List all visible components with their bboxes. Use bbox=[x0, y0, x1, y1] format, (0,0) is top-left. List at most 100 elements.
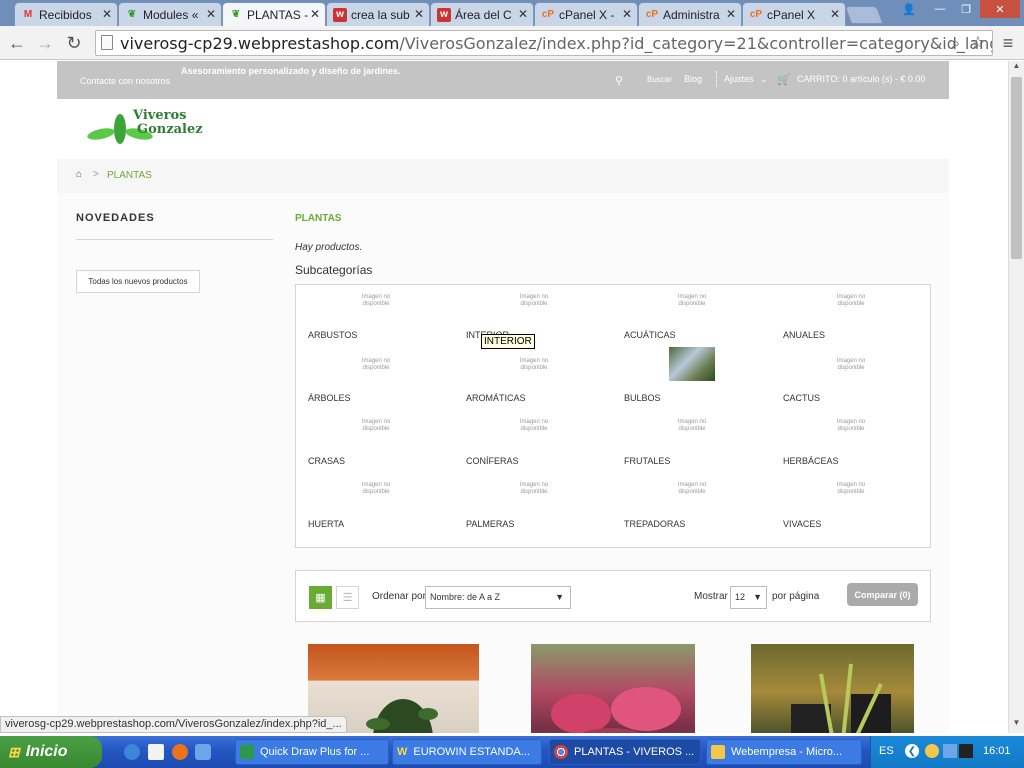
compare-button[interactable]: Comparar (0) bbox=[847, 583, 918, 606]
tab-cpanel-1[interactable]: cP cPanel X - ✕ bbox=[534, 2, 638, 26]
tab-plantas[interactable]: ❦ PLANTAS - ✕ bbox=[222, 2, 326, 26]
taskbar-item-label: Webempresa - Micro... bbox=[731, 746, 843, 758]
taskbar-item-webempresa[interactable]: Webempresa - Micro... bbox=[706, 739, 862, 765]
zoom-icon[interactable]: ⌕ bbox=[944, 31, 968, 55]
sort-select[interactable]: Nombre: de A a Z ▼ bbox=[425, 586, 571, 609]
network-icon[interactable] bbox=[959, 744, 973, 758]
subcategory-huerta[interactable]: HUERTA bbox=[308, 519, 344, 529]
app-icon[interactable] bbox=[195, 744, 211, 760]
subcategory-arbustos[interactable]: ARBUSTOS bbox=[308, 330, 357, 340]
restore-button[interactable]: ❐ bbox=[954, 0, 978, 18]
no-image-placeholder[interactable]: Imagen no disponible bbox=[510, 294, 558, 310]
bulbos-image[interactable] bbox=[669, 347, 715, 381]
tab-area-cliente[interactable]: w Área del C ✕ bbox=[430, 2, 534, 26]
grid-view-icon[interactable]: ▦ bbox=[309, 586, 332, 609]
no-image-placeholder[interactable]: Imagen no disponible bbox=[668, 482, 716, 498]
show-desktop-icon[interactable] bbox=[148, 744, 164, 760]
home-icon[interactable]: ⌂ bbox=[76, 169, 82, 180]
taskbar-item-chrome[interactable]: PLANTAS - VIVEROS ... bbox=[549, 739, 701, 765]
ie-icon[interactable] bbox=[124, 744, 140, 760]
settings-link[interactable]: Ajustes bbox=[724, 74, 754, 84]
tab-crea-sub[interactable]: w crea la sub ✕ bbox=[326, 2, 430, 26]
firefox-icon[interactable] bbox=[172, 744, 188, 760]
tray-app-icon[interactable] bbox=[925, 744, 939, 758]
no-image-placeholder[interactable]: Imagen no disponible bbox=[827, 358, 875, 374]
subcategory-arboles[interactable]: ÁRBOLES bbox=[308, 393, 351, 403]
close-icon[interactable]: ✕ bbox=[830, 7, 840, 21]
site-top-bar: Contacte con nosotros Asesoramiento pers… bbox=[57, 61, 949, 99]
tab-gmail[interactable]: M Recibidos ✕ bbox=[14, 2, 118, 26]
close-icon[interactable]: ✕ bbox=[206, 7, 216, 21]
taskbar-item-eurowin[interactable]: W EUROWIN ESTANDA... bbox=[392, 739, 542, 765]
window-close-button[interactable]: ✕ bbox=[980, 0, 1020, 18]
no-image-placeholder[interactable]: Imagen no disponible bbox=[827, 482, 875, 498]
star-icon[interactable]: ☆ bbox=[966, 31, 990, 55]
product-image[interactable] bbox=[751, 644, 914, 733]
no-image-placeholder[interactable]: Imagen no disponible bbox=[668, 419, 716, 435]
close-icon[interactable]: ✕ bbox=[518, 7, 528, 21]
close-icon[interactable]: ✕ bbox=[102, 7, 112, 21]
menu-icon[interactable]: ≡ bbox=[996, 31, 1020, 55]
scroll-down-icon[interactable]: ▼ bbox=[1009, 718, 1024, 732]
close-icon[interactable]: ✕ bbox=[310, 7, 320, 21]
start-button[interactable]: ⊞ Inicio bbox=[0, 736, 102, 768]
cart-summary[interactable]: CARRITO: 0 artículo (s) - € 0.00 bbox=[797, 74, 925, 84]
chrome-icon bbox=[554, 745, 568, 759]
search-link[interactable]: Buscar bbox=[647, 75, 672, 84]
no-image-placeholder[interactable]: Imagen no disponible bbox=[352, 358, 400, 374]
address-bar[interactable]: viverosg-cp29.webprestashop.com /Viveros… bbox=[95, 30, 993, 56]
all-new-products-button[interactable]: Todas los nuevos productos bbox=[76, 270, 200, 293]
blog-link[interactable]: Blog bbox=[684, 74, 702, 84]
subcategory-frutales[interactable]: FRUTALES bbox=[624, 456, 670, 466]
cart-icon[interactable]: 🛒 bbox=[777, 73, 791, 86]
tab-administra[interactable]: cP Administra ✕ bbox=[638, 2, 742, 26]
page-scrollbar[interactable]: ▲ ▼ bbox=[1008, 61, 1024, 733]
subcategory-cactus[interactable]: CACTUS bbox=[783, 393, 820, 403]
list-view-icon[interactable]: ☰ bbox=[336, 586, 359, 609]
no-image-placeholder[interactable]: Imagen no disponible bbox=[668, 294, 716, 310]
close-icon[interactable]: ✕ bbox=[414, 7, 424, 21]
subcategory-bulbos[interactable]: BULBOS bbox=[624, 393, 661, 403]
tray-app-icon[interactable] bbox=[943, 744, 957, 758]
no-image-placeholder[interactable]: Imagen no disponible bbox=[510, 358, 558, 374]
back-icon[interactable]: ← bbox=[5, 31, 29, 55]
subcategory-herbaceas[interactable]: HERBÁCEAS bbox=[783, 456, 839, 466]
forward-icon[interactable]: → bbox=[33, 31, 57, 55]
scroll-up-icon[interactable]: ▲ bbox=[1009, 61, 1024, 75]
close-icon[interactable]: ✕ bbox=[726, 7, 736, 21]
scroll-thumb[interactable] bbox=[1011, 77, 1022, 259]
browser-toolbar: ← → ↻ viverosg-cp29.webprestashop.com /V… bbox=[0, 26, 1024, 60]
site-logo[interactable]: Viveros Gonzalez bbox=[85, 107, 210, 147]
subcategory-acuaticas[interactable]: ACUÁTICAS bbox=[624, 330, 676, 340]
no-image-placeholder[interactable]: Imagen no disponible bbox=[352, 482, 400, 498]
no-image-placeholder[interactable]: Imagen no disponible bbox=[352, 294, 400, 310]
no-image-placeholder[interactable]: Imagen no disponible bbox=[827, 419, 875, 435]
reload-icon[interactable]: ↻ bbox=[62, 31, 86, 55]
taskbar-item-quickdraw[interactable]: Quick Draw Plus for ... bbox=[235, 739, 389, 765]
product-image[interactable] bbox=[531, 644, 695, 733]
subcategory-palmeras[interactable]: PALMERAS bbox=[466, 519, 514, 529]
subcategory-coniferas[interactable]: CONÍFERAS bbox=[466, 456, 519, 466]
no-image-placeholder[interactable]: Imagen no disponible bbox=[827, 294, 875, 310]
close-icon[interactable]: ✕ bbox=[622, 7, 632, 21]
user-icon[interactable]: 👤 bbox=[897, 0, 921, 18]
no-image-placeholder[interactable]: Imagen no disponible bbox=[510, 482, 558, 498]
chevron-left-icon[interactable]: ❮ bbox=[905, 744, 919, 758]
subcategory-crasas[interactable]: CRASAS bbox=[308, 456, 345, 466]
clock[interactable]: 16:01 bbox=[983, 745, 1011, 757]
per-page-select[interactable]: 12 ▼ bbox=[730, 586, 767, 609]
subcategory-vivaces[interactable]: VIVACES bbox=[783, 519, 821, 529]
no-image-placeholder[interactable]: Imagen no disponible bbox=[510, 419, 558, 435]
contact-link[interactable]: Contacte con nosotros bbox=[80, 76, 170, 86]
minimize-button[interactable]: — bbox=[928, 0, 952, 18]
new-tab-button[interactable] bbox=[844, 6, 884, 24]
search-icon[interactable]: ⚲ bbox=[615, 74, 623, 87]
tab-modules[interactable]: ❦ Modules « ✕ bbox=[118, 2, 222, 26]
subcategory-trepadoras[interactable]: TREPADORAS bbox=[624, 519, 685, 529]
no-image-placeholder[interactable]: Imagen no disponible bbox=[352, 419, 400, 435]
windows-taskbar: ⊞ Inicio Quick Draw Plus for ... W EUROW… bbox=[0, 736, 1024, 768]
language-indicator[interactable]: ES bbox=[879, 745, 894, 757]
subcategory-aromaticas[interactable]: AROMÁTICAS bbox=[466, 393, 526, 403]
tab-cpanel-2[interactable]: cP cPanel X ✕ bbox=[742, 2, 846, 26]
subcategory-anuales[interactable]: ANUALES bbox=[783, 330, 825, 340]
